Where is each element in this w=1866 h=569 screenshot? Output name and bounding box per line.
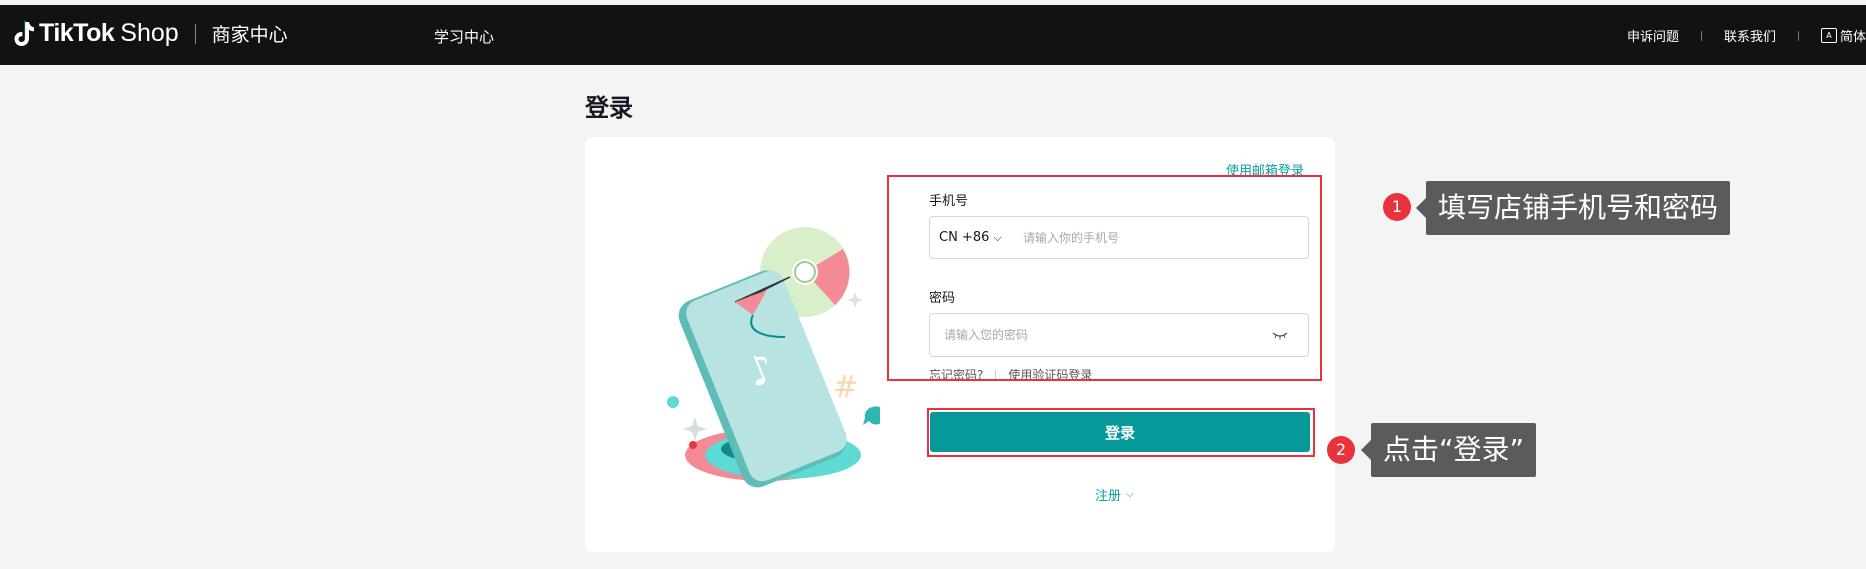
svg-text:#: # xyxy=(833,370,858,405)
header-divider xyxy=(1700,30,1702,41)
top-navigation-bar: TikTok Shop 商家中心 学习中心 申诉问题 联系我们 A 简体 xyxy=(0,5,1866,65)
header-right-links: 申诉问题 联系我们 A 简体 xyxy=(1627,26,1866,45)
language-switcher[interactable]: A 简体 xyxy=(1820,26,1866,45)
annotation-callout-1: 填写店铺手机号和密码 xyxy=(1415,181,1731,235)
nav-contact-link[interactable]: 联系我们 xyxy=(1724,26,1776,45)
nav-appeal-link[interactable]: 申诉问题 xyxy=(1627,26,1679,45)
nav-learning-center[interactable]: 学习中心 xyxy=(434,26,494,47)
brand-tiktok-text: TikTok xyxy=(39,19,115,47)
tiktok-logo-icon xyxy=(14,20,34,46)
page-title: 登录 xyxy=(585,94,633,122)
annotation-callout-2: 点击“登录” xyxy=(1360,423,1537,477)
annotation-marker-1: 1 xyxy=(1383,193,1411,221)
chevron-down-icon: ⌵ xyxy=(1126,489,1134,500)
brand-shop-text: Shop xyxy=(120,19,179,47)
annotation-highlight-login xyxy=(927,408,1315,457)
language-icon: A xyxy=(1820,28,1837,43)
register-label: 注册 xyxy=(1095,489,1122,504)
language-label: 简体 xyxy=(1839,30,1866,45)
brand-logo[interactable]: TikTok Shop 商家中心 xyxy=(13,19,288,48)
phone-illustration: ♪ # xyxy=(667,227,880,488)
header-divider xyxy=(1797,30,1799,41)
annotation-marker-2: 2 xyxy=(1327,436,1355,464)
annotation-highlight-credentials xyxy=(887,175,1322,381)
brand-seller-center-text: 商家中心 xyxy=(211,24,288,46)
register-dropdown[interactable]: 注册 ⌵ xyxy=(1095,485,1134,504)
brand-divider xyxy=(194,23,196,44)
